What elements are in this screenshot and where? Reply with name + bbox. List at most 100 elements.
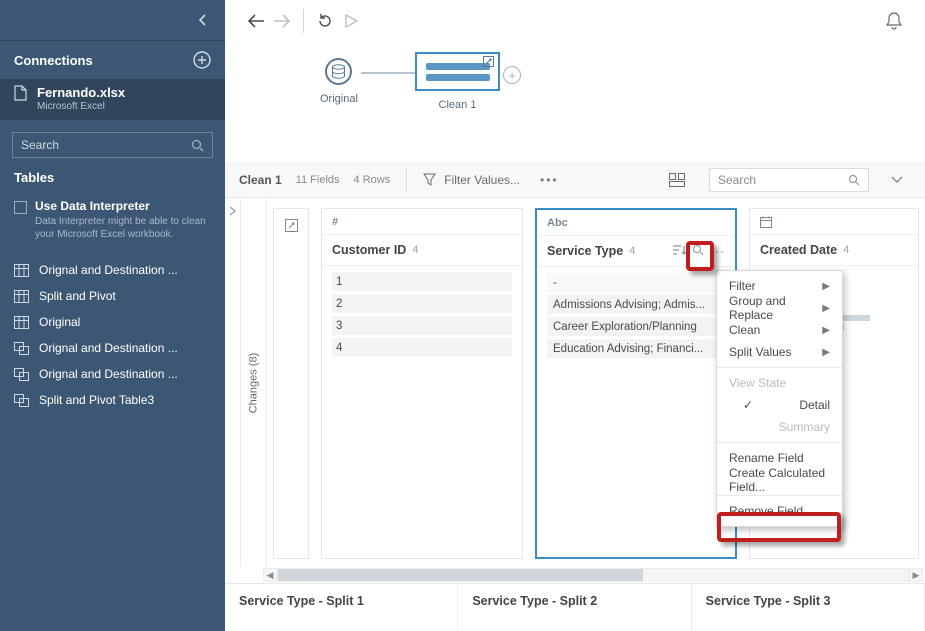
menu-group-replace[interactable]: Group and Replace▶	[717, 297, 842, 319]
table-item[interactable]: Split and Pivot Table3	[0, 387, 225, 413]
named-range-icon	[14, 368, 29, 381]
refresh-button[interactable]	[312, 8, 338, 34]
submenu-arrow-icon: ▶	[822, 347, 830, 358]
table-item-label: Orignal and Destination ...	[39, 341, 178, 355]
table-item[interactable]: Split and Pivot	[0, 283, 225, 309]
split-column[interactable]: Service Type - Split 3	[692, 584, 925, 631]
flow-link	[361, 72, 415, 74]
changes-column[interactable]: Changes (8)	[241, 198, 267, 567]
connection-file[interactable]: Fernando.xlsx Microsoft Excel	[0, 79, 225, 120]
flow-node-clean-label: Clean 1	[415, 99, 500, 111]
field-value-row[interactable]: 3	[332, 316, 512, 335]
flow-canvas[interactable]: Original Clean 1 +	[225, 42, 925, 162]
flow-node-original[interactable]: Original	[320, 58, 358, 105]
profile-search-input[interactable]: Search	[709, 168, 869, 192]
field-card-customer-id[interactable]: # Customer ID 4 1 2 3 4	[321, 208, 523, 559]
database-icon	[325, 58, 352, 85]
table-item-label: Orignal and Destination ...	[39, 367, 178, 381]
file-type: Microsoft Excel	[37, 101, 125, 112]
find-icon[interactable]	[692, 244, 704, 258]
submenu-arrow-icon: ▶	[822, 325, 830, 336]
menu-detail[interactable]: ✓Detail	[717, 394, 842, 416]
field-card-collapsed[interactable]	[273, 208, 309, 559]
cards-horizontal-scrollbar[interactable]: ◀ ▶	[263, 568, 923, 582]
back-button[interactable]	[243, 8, 269, 34]
connections-label: Connections	[14, 53, 93, 68]
field-name: Service Type	[547, 244, 623, 258]
view-options-icon[interactable]	[659, 173, 695, 187]
forward-button	[269, 8, 295, 34]
menu-view-state: View State	[717, 372, 842, 394]
menu-summary: Summary	[717, 416, 842, 438]
menu-clean[interactable]: Clean▶	[717, 319, 842, 341]
table-item[interactable]: Orignal and Destination ...	[0, 257, 225, 283]
profile-search-placeholder: Search	[718, 173, 756, 187]
sidebar-search-input[interactable]: Search	[12, 132, 213, 158]
sidebar-collapse-icon[interactable]	[199, 14, 207, 26]
field-value-row[interactable]: 4	[332, 338, 512, 357]
check-icon: ✓	[743, 398, 755, 412]
file-name: Fernando.xlsx	[37, 85, 125, 100]
step-fields-count: 11 Fields	[296, 174, 340, 186]
add-connection-icon[interactable]	[193, 51, 211, 69]
table-item-label: Original	[39, 315, 80, 329]
table-item[interactable]: Orignal and Destination ...	[0, 335, 225, 361]
field-value-count: 4	[629, 245, 635, 257]
step-more-button[interactable]: •••	[534, 173, 565, 187]
results-split-bar: Service Type - Split 1 Service Type - Sp…	[225, 583, 925, 631]
step-name: Clean 1	[239, 173, 282, 187]
search-icon	[191, 139, 204, 152]
step-header: Clean 1 11 Fields 4 Rows Filter Values..…	[225, 162, 925, 198]
field-value-count: 4	[843, 244, 849, 256]
field-type-string-icon: Abc	[547, 217, 568, 229]
sidebar-search-placeholder: Search	[21, 138, 59, 152]
scroll-left-icon[interactable]: ◀	[263, 568, 277, 582]
field-card-service-type[interactable]: Abc Service Type 4 ··· - Admissions Advi…	[535, 208, 737, 559]
field-value-row[interactable]: Admissions Advising; Admis...	[547, 295, 725, 314]
table-item[interactable]: Original	[0, 309, 225, 335]
sheet-icon	[14, 316, 29, 329]
filter-values-button[interactable]: Filter Values...	[423, 173, 520, 187]
field-value-row[interactable]: Career Exploration/Planning	[547, 317, 725, 336]
menu-remove-field[interactable]: Remove Field	[717, 500, 842, 522]
split-column[interactable]: Service Type - Split 2	[458, 584, 691, 631]
data-interpreter-subtitle: Data Interpreter might be able to clean …	[35, 215, 211, 241]
collapse-pane-icon[interactable]	[883, 176, 911, 184]
menu-create-calculated-field[interactable]: Create Calculated Field...	[717, 469, 842, 491]
field-value-row[interactable]: -	[547, 273, 725, 292]
tables-list: Orignal and Destination ... Split and Pi…	[0, 257, 225, 413]
scroll-right-icon[interactable]: ▶	[909, 568, 923, 582]
left-sidebar: Connections Fernando.xlsx Microsoft Exce…	[0, 0, 225, 631]
menu-split-values[interactable]: Split Values▶	[717, 341, 842, 363]
flow-node-clean[interactable]: Clean 1	[415, 52, 500, 111]
funnel-icon	[423, 173, 436, 186]
sheet-icon	[14, 290, 29, 303]
sheet-icon	[14, 264, 29, 277]
submenu-arrow-icon: ▶	[822, 281, 830, 292]
split-column[interactable]: Service Type - Split 1	[225, 584, 458, 631]
data-interpreter-checkbox[interactable]	[14, 201, 27, 214]
field-name: Created Date	[760, 243, 837, 257]
run-flow-button	[338, 8, 364, 34]
field-more-button[interactable]: ···	[710, 244, 725, 258]
field-name: Customer ID	[332, 243, 406, 257]
field-type-number-icon: #	[332, 216, 338, 228]
field-value-row[interactable]: Education Advising; Financi...	[547, 339, 725, 358]
data-interpreter-row[interactable]: Use Data Interpreter Data Interpreter mi…	[0, 193, 225, 243]
named-range-icon	[14, 342, 29, 355]
named-range-icon	[14, 394, 29, 407]
field-value-row[interactable]: 1	[332, 272, 512, 291]
alerts-icon[interactable]	[881, 8, 907, 34]
add-step-button[interactable]: +	[503, 66, 521, 84]
scrollbar-thumb[interactable]	[278, 569, 643, 581]
pane-collapse-gutter[interactable]	[225, 198, 241, 567]
field-value-count: 4	[412, 244, 418, 256]
table-item[interactable]: Orignal and Destination ...	[0, 361, 225, 387]
step-rows-count: 4 Rows	[354, 174, 391, 186]
file-icon	[14, 85, 27, 101]
field-type-date-icon	[760, 216, 772, 228]
clean-step-icon	[483, 56, 494, 67]
field-value-row[interactable]: 2	[332, 294, 512, 313]
sort-icon[interactable]	[672, 244, 686, 258]
data-interpreter-title: Use Data Interpreter	[35, 199, 211, 213]
